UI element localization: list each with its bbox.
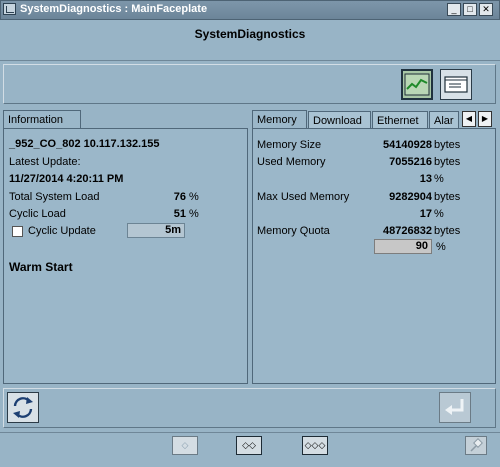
memory-quota-value: 48726832 xyxy=(383,225,432,237)
tab-information[interactable]: Information xyxy=(3,110,81,129)
window-title: SystemDiagnostics : MainFaceplate xyxy=(20,3,208,15)
view-large-button[interactable]: ◇◇◇ xyxy=(302,436,328,455)
total-load-value: 76 xyxy=(173,191,186,203)
cyclic-load-label: Cyclic Load xyxy=(9,208,66,220)
max-used-memory-percent: 17 xyxy=(419,208,432,220)
memory-quota-label: Memory Quota xyxy=(257,225,330,237)
return-arrow-icon xyxy=(445,399,464,415)
max-used-memory-value: 9282904 xyxy=(389,191,432,203)
maximize-button[interactable]: □ xyxy=(463,3,477,16)
refresh-button[interactable] xyxy=(7,392,39,423)
memory-quota-unit: bytes xyxy=(434,225,461,237)
tab-memory[interactable]: Memory xyxy=(252,110,307,129)
faceplate-title: SystemDiagnostics xyxy=(194,27,306,41)
close-button[interactable]: ✕ xyxy=(479,3,493,16)
total-load-unit: % xyxy=(189,191,199,203)
memory-size-unit: bytes xyxy=(434,139,461,151)
used-memory-unit: bytes xyxy=(434,156,461,168)
used-memory-value: 7055216 xyxy=(389,156,432,168)
tab-scroll-right-button[interactable]: ▶ xyxy=(478,111,492,127)
latest-update-label: Latest Update: xyxy=(9,156,81,168)
faceplate-window-icon xyxy=(444,76,468,93)
faceplate-window-button[interactable] xyxy=(440,69,472,100)
view-medium-button[interactable]: ◇◇ xyxy=(236,436,262,455)
device-address: _952_CO_802 10.117.132.155 xyxy=(9,138,160,150)
app-icon xyxy=(3,3,16,15)
cyclic-update-checkbox[interactable] xyxy=(12,226,23,237)
cyclic-load-unit: % xyxy=(189,208,199,220)
pin-button[interactable] xyxy=(465,436,487,455)
latest-update-value: 11/27/2014 4:20:11 PM xyxy=(9,173,124,185)
total-load-label: Total System Load xyxy=(9,191,100,203)
memory-size-label: Memory Size xyxy=(257,139,322,151)
cyclic-load-value: 51 xyxy=(173,208,186,220)
cyclic-update-interval-field[interactable]: 5m xyxy=(127,223,185,238)
used-memory-percent-unit: % xyxy=(434,173,444,185)
pin-icon xyxy=(470,438,483,452)
cyclic-update-label: Cyclic Update xyxy=(28,225,96,237)
return-button[interactable] xyxy=(439,392,471,423)
minimize-button[interactable]: _ xyxy=(447,3,461,16)
used-memory-label: Used Memory xyxy=(257,156,326,168)
header-divider xyxy=(0,60,500,61)
max-used-memory-unit: bytes xyxy=(434,191,461,203)
memory-quota-percent-field: 90 xyxy=(374,239,432,254)
max-used-memory-label: Max Used Memory xyxy=(257,191,350,203)
view-small-button[interactable]: ◇ xyxy=(172,436,198,455)
bottom-toolbar xyxy=(3,388,496,428)
tab-scroll-left-button[interactable]: ◀ xyxy=(462,111,476,127)
used-memory-percent: 13 xyxy=(419,173,432,185)
trend-chart-icon xyxy=(404,73,430,96)
memory-size-value: 54140928 xyxy=(383,139,432,151)
max-used-memory-percent-unit: % xyxy=(434,208,444,220)
start-mode-status: Warm Start xyxy=(9,260,73,274)
memory-quota-percent-unit: % xyxy=(436,241,446,253)
refresh-icon xyxy=(13,397,33,418)
trend-button[interactable] xyxy=(401,69,433,100)
